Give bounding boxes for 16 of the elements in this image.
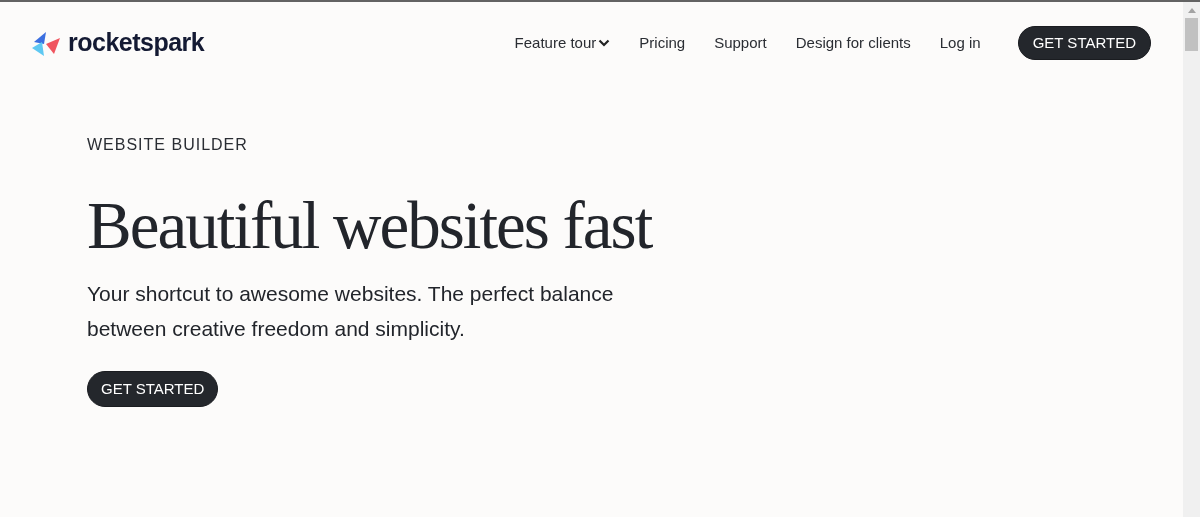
get-started-button[interactable]: GET STARTED — [1017, 26, 1151, 60]
scroll-up-icon[interactable] — [1187, 8, 1196, 13]
chevron-down-icon — [598, 39, 611, 47]
nav-link[interactable]: Support — [714, 31, 767, 55]
nav-link[interactable]: Feature tour — [514, 31, 611, 55]
hero-title: Beautiful websites fast — [87, 187, 652, 264]
get-started-button[interactable]: GET STARTED — [87, 371, 219, 407]
brand-name[interactable]: rocketspark — [68, 24, 205, 62]
nav-link[interactable]: Design for clients — [795, 31, 911, 55]
nav-link[interactable]: Pricing — [639, 31, 686, 55]
scrollbar[interactable] — [1183, 2, 1200, 517]
logo-icon — [32, 30, 60, 56]
eyebrow-label: WEBSITE BUILDER — [87, 135, 248, 155]
nav-link[interactable]: Log in — [939, 31, 981, 55]
scrollbar-thumb[interactable] — [1185, 18, 1198, 51]
hero-subtitle: Your shortcut to awesome websites. The perfect balance between creative freedom and simplicity. — [87, 281, 615, 342]
